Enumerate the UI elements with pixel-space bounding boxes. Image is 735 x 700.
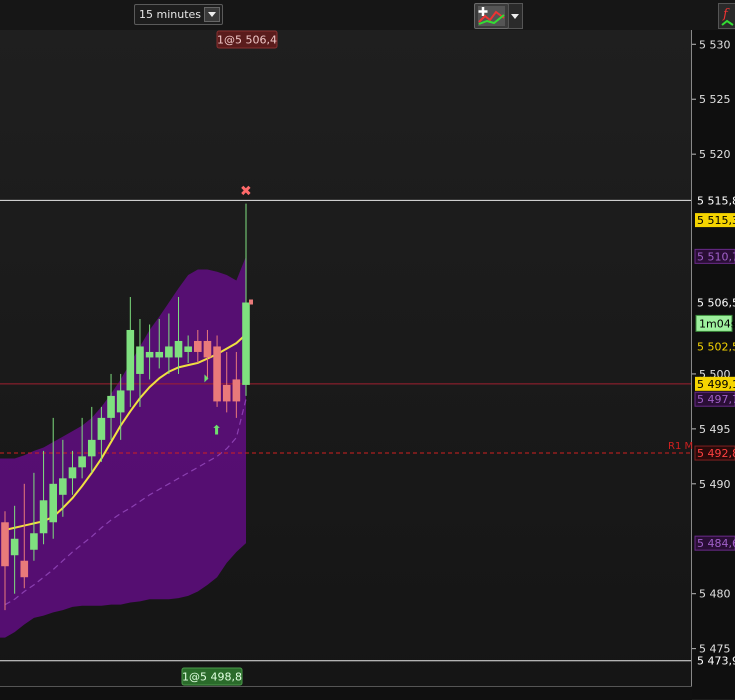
pivot-badge-text: 5 492,8 xyxy=(697,447,735,460)
candle-body xyxy=(97,417,106,440)
axis-tick-label: 5 490 xyxy=(699,478,731,491)
candle-body xyxy=(30,533,38,550)
candle-body xyxy=(59,478,67,495)
pivot-label: R1 M xyxy=(668,441,693,452)
candle-body xyxy=(184,346,192,352)
pivot-badge: 5 492,8 xyxy=(694,445,735,461)
order-label-bottom: 1@5 498,8 xyxy=(181,667,243,686)
bollinger-band xyxy=(0,256,246,638)
candle-body xyxy=(213,346,221,402)
last-price-badge-text: 5 499,1 xyxy=(697,378,735,391)
axis-tick-label: 5 520 xyxy=(699,148,731,161)
axis-tick-label: 5 495 xyxy=(699,423,731,436)
candle-body xyxy=(78,456,86,468)
countdown-badge: 1m04s xyxy=(695,314,735,332)
candle xyxy=(126,297,135,407)
candle-body xyxy=(203,340,212,358)
candle-body xyxy=(165,346,173,358)
axis-tick-label: 5 480 xyxy=(699,588,731,601)
price-badge-text: 5 515,3 xyxy=(697,214,735,227)
candle-body xyxy=(242,302,250,385)
candle-body xyxy=(116,390,125,413)
level-badge: 5 502,5 xyxy=(695,339,735,354)
candle-body xyxy=(222,384,231,402)
candle-body xyxy=(145,351,154,358)
open-marker xyxy=(249,299,253,305)
high-line-badge: 5 515,8 xyxy=(695,193,735,208)
candle-body xyxy=(1,522,9,567)
axis-tick-label: 5 475 xyxy=(699,643,731,656)
high-line-badge-text: 5 515,8 xyxy=(697,194,735,207)
level-badge-text: 5 502,5 xyxy=(697,340,735,353)
mid-band-badge: 5 497,7 xyxy=(694,391,735,407)
candle-body xyxy=(68,467,77,479)
open-badge-text: 5 506,5 xyxy=(697,297,735,310)
candle-body xyxy=(155,351,164,358)
open-badge: 5 506,5 xyxy=(695,295,735,310)
candle-body xyxy=(49,483,57,523)
lower-band-badge-text: 5 484,6 xyxy=(697,537,735,550)
order-label-top: 1@5 506,4 xyxy=(216,30,278,49)
candle-body xyxy=(87,439,96,457)
lower-band-badge: 5 484,6 xyxy=(694,535,735,551)
upper-band-badge: 5 510,7 xyxy=(694,248,735,264)
low-line-badge-text: 5 473,9 xyxy=(697,655,735,668)
close-order-icon: ✖ xyxy=(240,183,252,199)
upper-band-badge-text: 5 510,7 xyxy=(697,250,735,263)
candle-body xyxy=(174,340,183,358)
order-label-bottom-text: 1@5 498,8 xyxy=(182,671,242,684)
mid-band-badge-text: 5 497,7 xyxy=(697,393,735,406)
candle-body xyxy=(232,379,241,402)
order-label-top-text: 1@5 506,4 xyxy=(217,34,277,47)
last-price-badge: 5 499,1 xyxy=(695,376,735,391)
buy-arrow-icon: ⬆ xyxy=(211,423,222,438)
candle-body xyxy=(126,329,135,391)
candle-body xyxy=(39,500,48,534)
price-chart: ✖ ⬆ 1@5 506,4 1@5 498,8 R1 M 5 530 5 525 5 520… xyxy=(0,30,735,686)
low-line-badge: 5 473,9 xyxy=(695,653,735,668)
candle-body xyxy=(107,395,115,418)
axis-tick-label: 5 525 xyxy=(699,93,731,106)
candle-body xyxy=(20,560,29,578)
candle-body xyxy=(10,538,19,556)
price-badge: 5 515,3 xyxy=(695,213,735,228)
candle-body xyxy=(136,346,144,374)
countdown-text: 1m04s xyxy=(699,317,735,330)
candle-body xyxy=(194,340,202,352)
axis-tick-label: 5 530 xyxy=(699,38,731,51)
